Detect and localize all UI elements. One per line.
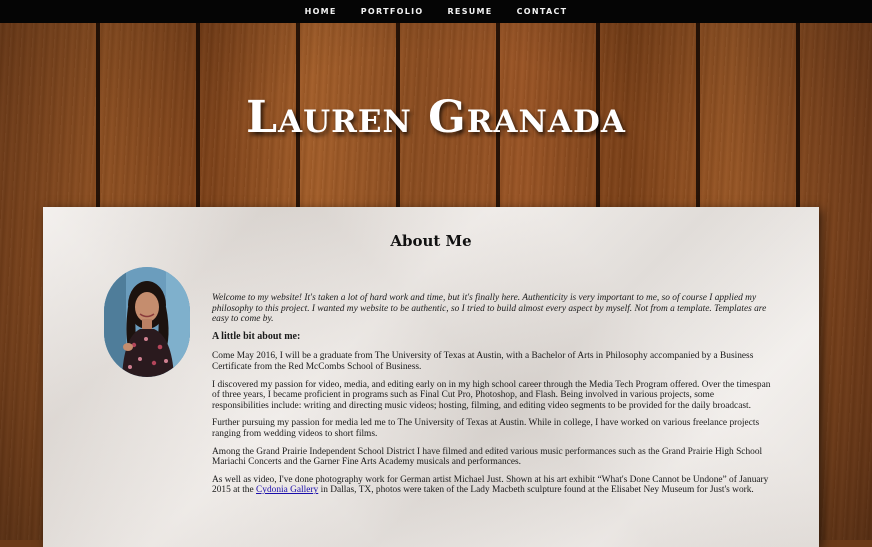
- top-nav: HOME PORTFOLIO RESUME CONTACT: [0, 0, 872, 23]
- nav-portfolio-link[interactable]: PORTFOLIO: [361, 7, 424, 16]
- cydonia-gallery-link[interactable]: Cydonia Gallery: [256, 485, 318, 495]
- about-card: About Me Welcome to my website! It's tak…: [43, 207, 819, 547]
- nav-contact-link[interactable]: CONTACT: [517, 7, 568, 16]
- intro-text: Welcome to my website! It's taken a lot …: [212, 293, 767, 325]
- photography-text-after: in Dallas, TX, photos were taken of the …: [318, 485, 754, 496]
- profile-photo-image: [104, 267, 190, 377]
- about-subheading: A little bit about me:: [212, 330, 301, 342]
- site-title: Lauren Granada: [246, 92, 626, 143]
- profile-photo: [104, 267, 190, 377]
- paragraph-district: Among the Grand Prairie Independent Scho…: [212, 446, 763, 468]
- nav-home-link[interactable]: HOME: [305, 7, 337, 16]
- paragraph-high-school: I discovered my passion for video, media…: [212, 379, 771, 411]
- nav-resume-link[interactable]: RESUME: [447, 7, 492, 16]
- paragraph-photography: As well as video, I've done photography …: [212, 475, 772, 496]
- paragraph-college: Further pursuing my passion for media le…: [212, 418, 760, 439]
- paragraph-graduation: Come May 2016, I will be a graduate from…: [212, 351, 754, 372]
- about-heading: About Me: [390, 232, 472, 250]
- about-content: Welcome to my website! It's taken a lot …: [212, 293, 772, 503]
